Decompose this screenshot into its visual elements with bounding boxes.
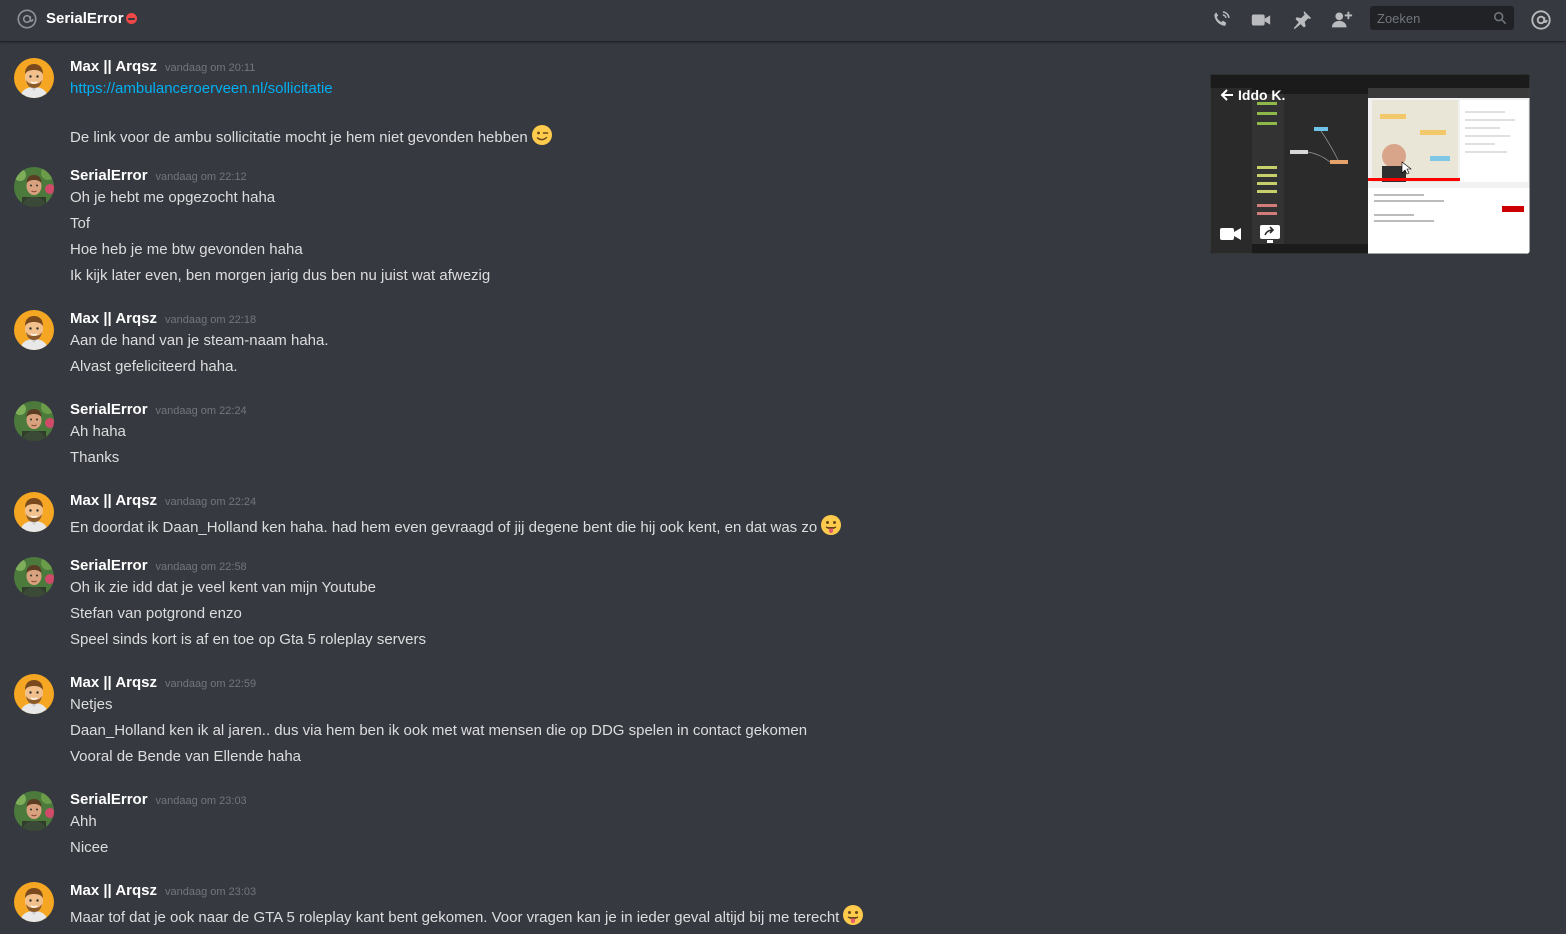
- message-timestamp: vandaag om 22:18: [165, 314, 257, 326]
- message-text: En doordat ik Daan_Holland ken haha. had…: [70, 519, 818, 536]
- message-timestamp: vandaag om 22:24: [155, 405, 247, 417]
- message-timestamp: vandaag om 22:59: [165, 678, 257, 690]
- message-author-row: Max || Arqsz vandaag om 22:59: [70, 674, 256, 691]
- message-text: Speel sinds kort is af en toe op Gta 5 r…: [70, 631, 427, 648]
- screen-share-icon[interactable]: [1259, 224, 1281, 244]
- message-timestamp: vandaag om 23:03: [165, 886, 257, 898]
- channel-header: SerialError: [0, 0, 1566, 42]
- message-text: Vooral de Bende van Ellende haha: [70, 748, 302, 765]
- dnd-status-icon: [126, 13, 137, 24]
- pin-icon[interactable]: [1289, 7, 1315, 33]
- message-text: Maar tof dat je ook naar de GTA 5 rolepl…: [70, 909, 840, 926]
- author-name[interactable]: Max || Arqsz: [70, 882, 157, 899]
- message-text: Thanks: [70, 449, 120, 466]
- avatar[interactable]: [14, 401, 54, 441]
- video-caller-name: Iddo K.: [1238, 87, 1286, 103]
- author-name[interactable]: Max || Arqsz: [70, 492, 157, 509]
- avatar[interactable]: [14, 310, 54, 350]
- message-text: Netjes: [70, 696, 113, 713]
- message-text: Oh je hebt me opgezocht haha: [70, 189, 276, 206]
- avatar[interactable]: [14, 674, 54, 714]
- message-author-row: SerialError vandaag om 23:03: [70, 791, 247, 808]
- author-name[interactable]: SerialError: [70, 557, 148, 574]
- message-text: Stefan van potgrond enzo: [70, 605, 242, 622]
- message-text: Aan de hand van je steam-naam haha.: [70, 332, 329, 349]
- message-author-row: Max || Arqsz vandaag om 22:24: [70, 492, 256, 509]
- channel-name: SerialError: [46, 10, 124, 27]
- message-timestamp: vandaag om 22:12: [155, 171, 247, 183]
- message-author-row: Max || Arqsz vandaag om 20:11: [70, 58, 255, 75]
- avatar[interactable]: [14, 58, 54, 98]
- mention-icon[interactable]: [1528, 7, 1554, 33]
- author-name[interactable]: SerialError: [70, 401, 148, 418]
- winking-face-emoji: [531, 124, 553, 146]
- tongue-out-emoji: [842, 904, 865, 926]
- avatar[interactable]: [14, 492, 54, 532]
- message-timestamp: vandaag om 20:11: [165, 62, 256, 74]
- back-arrow-icon[interactable]: [1220, 88, 1234, 102]
- author-name[interactable]: Max || Arqsz: [70, 310, 157, 327]
- author-name[interactable]: Max || Arqsz: [70, 674, 157, 691]
- message-line: De link voor de ambu sollicitatie mocht …: [70, 124, 553, 146]
- author-name[interactable]: SerialError: [70, 167, 148, 184]
- message-text: Ah haha: [70, 423, 126, 440]
- message-text: Alvast gefeliciteerd haha.: [70, 358, 238, 375]
- at-icon: [17, 9, 37, 29]
- message-author-row: SerialError vandaag om 22:12: [70, 167, 247, 184]
- avatar[interactable]: [14, 882, 54, 922]
- video-icon[interactable]: [1248, 7, 1274, 33]
- add-friend-icon[interactable]: [1329, 7, 1355, 33]
- message-text: Nicee: [70, 839, 109, 856]
- message-author-row: Max || Arqsz vandaag om 23:03: [70, 882, 256, 899]
- message-text: Ahh: [70, 813, 97, 830]
- message-text: De link voor de ambu sollicitatie mocht …: [70, 129, 528, 146]
- message-text: Hoe heb je me btw gevonden haha: [70, 241, 303, 258]
- message-author-row: SerialError vandaag om 22:58: [70, 557, 247, 574]
- message-timestamp: vandaag om 22:58: [155, 561, 247, 573]
- end-call-icon[interactable]: [1500, 222, 1522, 244]
- message-line: https://ambulanceroerveen.nl/sollicitati…: [70, 80, 333, 97]
- tongue-out-emoji: [820, 514, 842, 536]
- avatar[interactable]: [14, 167, 54, 207]
- search-field[interactable]: [1370, 6, 1514, 30]
- message-text: Tof: [70, 215, 91, 232]
- author-name[interactable]: SerialError: [70, 791, 148, 808]
- message-timestamp: vandaag om 22:24: [165, 496, 257, 508]
- phone-call-icon[interactable]: [1208, 7, 1234, 33]
- message-timestamp: vandaag om 23:03: [155, 795, 247, 807]
- search-icon: [1493, 11, 1507, 25]
- message-author-row: Max || Arqsz vandaag om 22:18: [70, 310, 256, 327]
- camera-icon[interactable]: [1220, 226, 1242, 242]
- message-link[interactable]: https://ambulanceroerveen.nl/sollicitati…: [70, 80, 333, 97]
- message-text: Ik kijk later even, ben morgen jarig dus…: [70, 267, 491, 284]
- message-author-row: SerialError vandaag om 22:24: [70, 401, 247, 418]
- message-line: Maar tof dat je ook naar de GTA 5 rolepl…: [70, 904, 865, 926]
- message-line: En doordat ik Daan_Holland ken haha. had…: [70, 514, 842, 536]
- video-call-popout[interactable]: Iddo K.: [1210, 74, 1530, 254]
- message-text: Oh ik zie idd dat je veel kent van mijn …: [70, 579, 377, 596]
- avatar[interactable]: [14, 557, 54, 597]
- search-input[interactable]: [1370, 6, 1494, 30]
- author-name[interactable]: Max || Arqsz: [70, 58, 157, 75]
- message-text: Daan_Holland ken ik al jaren.. dus via h…: [70, 722, 808, 739]
- avatar[interactable]: [14, 791, 54, 831]
